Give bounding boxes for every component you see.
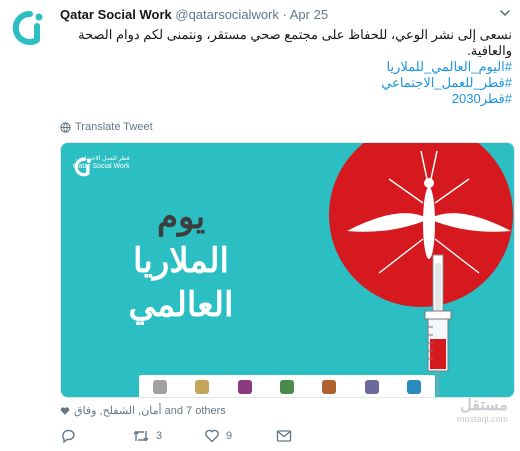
reply-icon xyxy=(62,429,75,444)
translate-tweet-link[interactable]: Translate Tweet xyxy=(60,121,153,133)
tweet-actions: 3 9 xyxy=(60,428,348,444)
headline-world: العالمي xyxy=(128,286,234,324)
watermark-main: مستقل xyxy=(460,397,508,414)
reply-button[interactable] xyxy=(60,428,132,444)
chevron-down-icon[interactable] xyxy=(498,6,512,20)
liked-by-line[interactable]: أمان, الشفلح, وفاق and 7 others xyxy=(60,404,226,417)
hashtag-link[interactable]: #قطر_للعمل_الاجتماعي xyxy=(60,75,512,91)
like-count: 9 xyxy=(226,430,233,442)
heart-outline-icon xyxy=(205,429,219,443)
tweet-date[interactable]: Apr 25 xyxy=(290,7,328,22)
envelope-icon xyxy=(276,430,292,442)
tweet-body: نسعى إلى نشر الوعي، للحفاظ على مجتمع صحي… xyxy=(78,27,512,58)
like-button[interactable]: 9 xyxy=(204,428,276,444)
partner-logo xyxy=(279,380,294,394)
avatar[interactable] xyxy=(10,8,50,48)
partner-logo xyxy=(364,380,379,394)
hashtag-link[interactable]: #اليوم_العالمي_للملاريا xyxy=(60,59,512,75)
tweet-header: Qatar Social Work @qatarsocialwork · Apr… xyxy=(60,7,328,22)
direct-message-button[interactable] xyxy=(276,429,348,443)
partner-logos-strip xyxy=(139,375,435,397)
retweet-count: 3 xyxy=(156,430,163,442)
brand-mark-icon xyxy=(74,157,91,177)
partner-logo xyxy=(153,380,168,394)
headline-day: يوم xyxy=(156,198,206,236)
display-name[interactable]: Qatar Social Work xyxy=(60,7,172,22)
partner-logo xyxy=(406,380,421,394)
brand-logo: قطر للعمل الاجتماعي Qatar Social Work xyxy=(73,156,130,177)
user-handle[interactable]: @qatarsocialwork xyxy=(175,7,279,22)
globe-icon xyxy=(60,121,71,133)
translate-label: Translate Tweet xyxy=(75,121,153,133)
liked-by-text: أمان, الشفلح, وفاق and 7 others xyxy=(74,405,226,417)
hashtag-link[interactable]: #قطر2030 xyxy=(60,91,512,107)
heart-icon xyxy=(60,406,70,415)
partner-logo xyxy=(322,380,337,394)
partner-logo xyxy=(195,380,210,394)
partner-logo xyxy=(237,380,252,394)
watermark: مستقل mostaql.com xyxy=(456,397,508,425)
retweet-icon xyxy=(133,430,149,442)
headline-malaria: الملاريا xyxy=(133,242,229,280)
separator-dot: · xyxy=(282,7,287,22)
retweet-button[interactable]: 3 xyxy=(132,428,204,444)
tweet-media-image[interactable]: قطر للعمل الاجتماعي Qatar Social Work يو… xyxy=(60,142,515,398)
watermark-sub: mostaql.com xyxy=(456,414,508,424)
tweet-text: نسعى إلى نشر الوعي، للحفاظ على مجتمع صحي… xyxy=(60,27,512,107)
